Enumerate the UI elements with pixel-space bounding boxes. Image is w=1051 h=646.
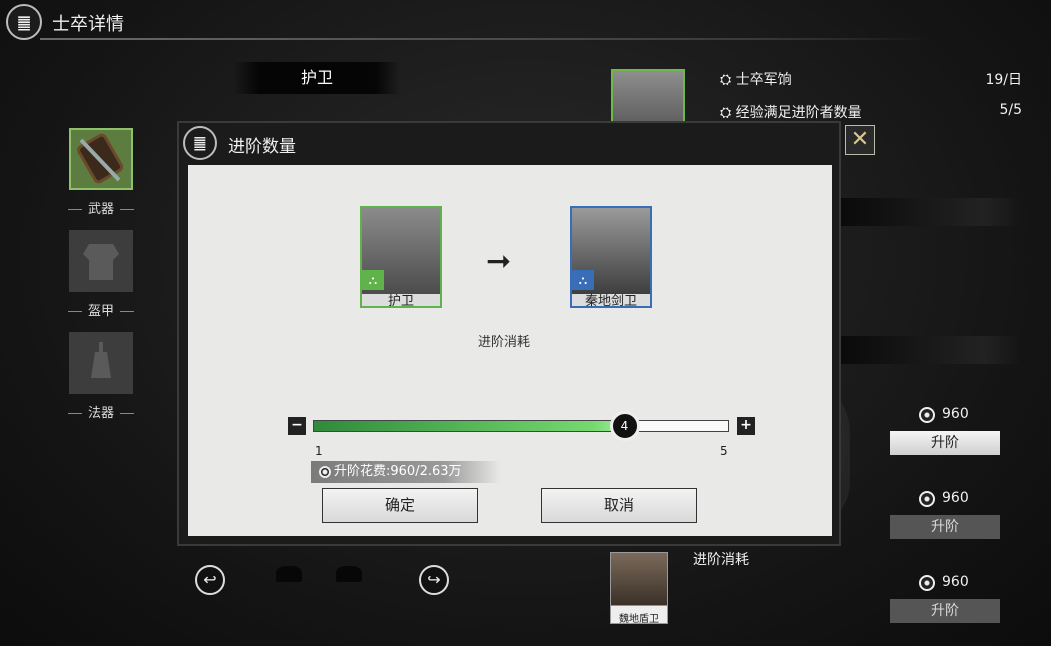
wage-icon: ⛭ [720,72,732,88]
armor-icon [83,244,119,280]
dialog-emblem-icon: ䷀ [183,126,217,160]
wage-value: 19/日 [985,72,1022,88]
increase-button[interactable]: + [737,417,755,435]
talisman-label: 法器 [60,402,142,421]
character-foot [336,566,362,582]
dialog-consume-label: 进阶消耗 [478,335,531,350]
from-unit-card: 护卫 ⛬ [360,206,442,309]
quantity-slider-fill [314,421,625,431]
to-unit-label: 秦地剑卫 [584,294,637,309]
unit-type-icon: ⛬ [362,270,384,290]
weapon-icon [77,133,124,184]
weapon-slot[interactable] [69,128,133,190]
upgrade-button[interactable]: 升阶 [890,431,1000,455]
upgrade-cost-text: 升阶花费:960/2.63万 [334,464,462,479]
bottom-consume-label: 进阶消耗 [693,552,749,568]
to-unit-card: 秦地剑卫 ⛬ [570,206,652,309]
slider-max-label: 5 [720,444,728,458]
arrow-right-icon: ➞ [486,244,512,279]
eligible-row: ⛭ 经验满足进阶者数量 [720,102,862,122]
page-title: 士卒详情 [52,14,124,35]
unit-name: 护卫 [234,62,400,94]
slider-min-label: 1 [315,444,323,458]
close-icon[interactable]: ✕ [845,125,875,155]
section-band [840,336,1020,364]
upgrade-button[interactable]: 升阶 [890,599,1000,623]
decrease-button[interactable]: − [288,417,306,435]
eligible-label: 经验满足进阶者数量 [735,105,862,121]
dialog-title: 进阶数量 [228,137,296,157]
upgrade-cost: 960 [942,574,969,590]
consume-unit-label: 魏地盾卫 [619,614,659,625]
upgrade-button[interactable]: 升阶 [890,515,1000,539]
coin-icon [919,407,935,423]
wage-row: ⛭ 士卒军饷 [720,69,792,89]
prev-arrow-icon[interactable]: ↩ [195,565,225,595]
upgrade-cost-bar: 升阶花费:960/2.63万 [311,461,501,483]
title-emblem-icon: ䷀ [6,4,42,40]
weapon-label: 武器 [60,198,142,217]
section-band [840,198,1020,226]
upgrade-cost: 960 [942,406,969,422]
character-foot [276,566,302,582]
coin-icon [319,465,331,478]
cancel-button[interactable]: 取消 [541,488,697,523]
from-unit-label: 护卫 [387,294,414,309]
quantity-slider-thumb[interactable]: 4 [609,411,640,441]
unit-type-icon: ⛬ [572,270,594,290]
soldiers-icon: ⛭ [720,105,732,121]
armor-label: 盔甲 [60,300,142,319]
wage-label: 士卒军饷 [735,72,792,88]
coin-icon [919,491,935,507]
talisman-slot[interactable] [69,332,133,394]
coin-icon [919,575,935,591]
title-divider [40,38,930,40]
armor-slot[interactable] [69,230,133,292]
confirm-button[interactable]: 确定 [322,488,478,523]
dialog-body [188,165,832,536]
eligible-value: 5/5 [999,102,1022,118]
next-arrow-icon[interactable]: ↪ [419,565,449,595]
upgrade-cost: 960 [942,490,969,506]
bell-icon [91,342,111,378]
